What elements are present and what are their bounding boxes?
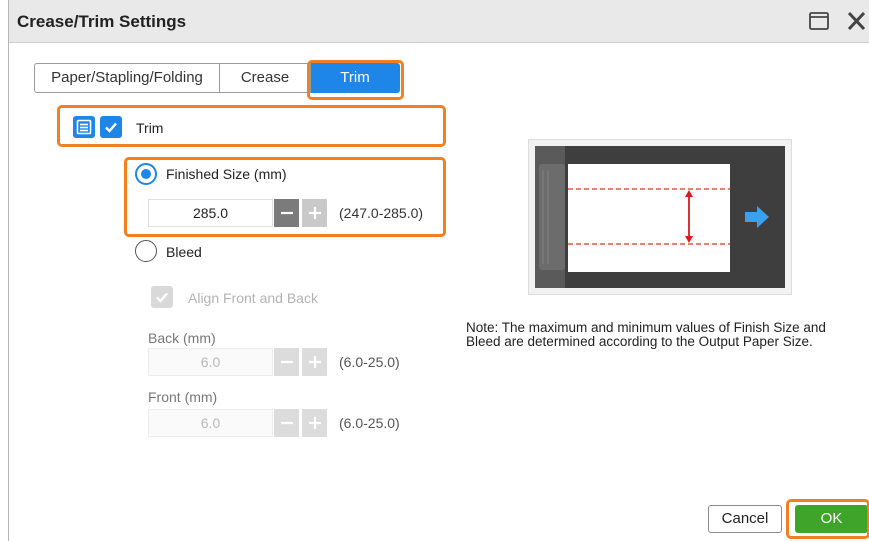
front-decrease-button[interactable] bbox=[274, 409, 299, 437]
trim-checkbox[interactable] bbox=[100, 116, 122, 138]
front-increase-button[interactable] bbox=[302, 409, 327, 437]
finished-size-increase-button[interactable] bbox=[302, 199, 327, 227]
trim-preview-image bbox=[528, 139, 792, 295]
back-increase-button[interactable] bbox=[302, 348, 327, 376]
ok-button[interactable]: OK bbox=[795, 505, 868, 533]
back-decrease-button[interactable] bbox=[274, 348, 299, 376]
finished-size-decrease-button[interactable] bbox=[274, 199, 299, 227]
dialog-title: Crease/Trim Settings bbox=[17, 12, 187, 31]
close-icon[interactable] bbox=[845, 10, 869, 32]
finished-size-radio[interactable] bbox=[135, 163, 157, 185]
bleed-label: Bleed bbox=[166, 244, 202, 260]
title-bar: Crease/Trim Settings bbox=[9, 0, 869, 43]
finished-size-input[interactable]: 285.0 bbox=[148, 199, 273, 227]
finished-size-range: (247.0-285.0) bbox=[339, 205, 424, 221]
tab-trim[interactable]: Trim bbox=[311, 63, 400, 93]
crease-trim-dialog: Crease/Trim Settings Paper/Stapling/Fold… bbox=[8, 0, 869, 541]
trim-layout-icon bbox=[73, 116, 95, 138]
note-text: Note: The maximum and minimum values of … bbox=[466, 320, 826, 349]
align-front-back-checkbox[interactable] bbox=[151, 286, 173, 308]
tab-crease[interactable]: Crease bbox=[220, 63, 311, 93]
front-range: (6.0-25.0) bbox=[339, 415, 400, 431]
bleed-radio[interactable] bbox=[135, 240, 157, 262]
tab-paper-stapling-folding[interactable]: Paper/Stapling/Folding bbox=[34, 63, 220, 93]
tab-bar: Paper/Stapling/Folding Crease Trim bbox=[34, 63, 400, 93]
front-input[interactable]: 6.0 bbox=[148, 409, 273, 437]
back-label: Back (mm) bbox=[148, 330, 216, 346]
align-front-back-label: Align Front and Back bbox=[188, 290, 318, 306]
back-input[interactable]: 6.0 bbox=[148, 348, 273, 376]
trim-label: Trim bbox=[136, 120, 164, 136]
back-range: (6.0-25.0) bbox=[339, 354, 400, 370]
front-label: Front (mm) bbox=[148, 389, 218, 405]
window-icon[interactable] bbox=[808, 10, 830, 32]
finished-size-label: Finished Size (mm) bbox=[166, 166, 287, 182]
cancel-button[interactable]: Cancel bbox=[708, 505, 782, 533]
